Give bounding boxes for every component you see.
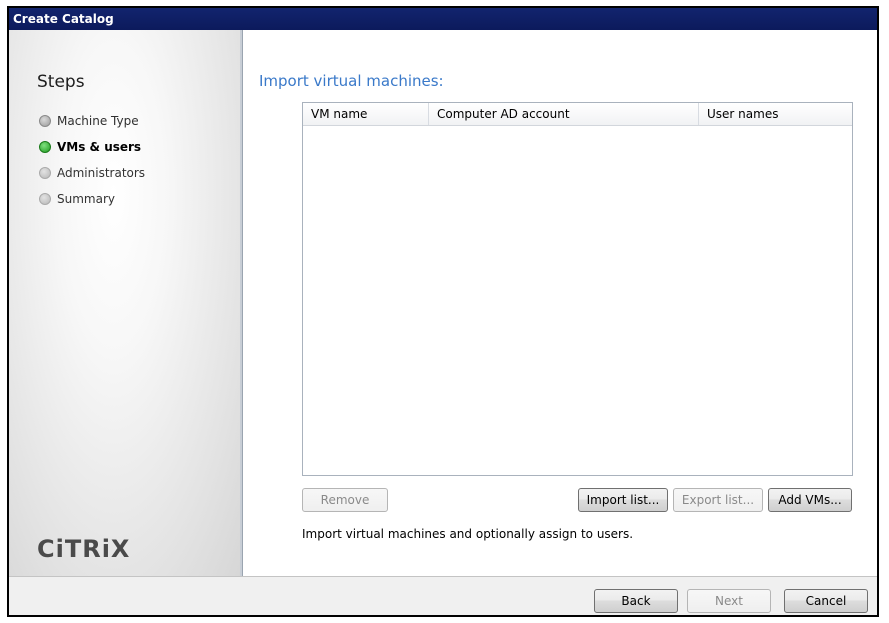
window-title: Create Catalog (9, 8, 877, 30)
import-list-button[interactable]: Import list... (578, 488, 668, 512)
step-status-icon (39, 115, 51, 127)
back-button[interactable]: Back (594, 589, 678, 613)
cancel-button[interactable]: Cancel (784, 589, 868, 613)
description-text: Import virtual machines and optionally a… (302, 527, 634, 541)
add-vms-button[interactable]: Add VMs... (768, 488, 852, 512)
column-header-user-names[interactable]: User names (699, 103, 852, 125)
steps-title: Steps (37, 72, 85, 92)
step-status-icon (39, 167, 51, 179)
page-title: Import virtual machines: (259, 72, 444, 90)
remove-button[interactable]: Remove (302, 488, 388, 512)
step-administrators: Administrators (39, 164, 145, 182)
step-status-icon (39, 141, 51, 153)
citrix-logo: CiTRiX (37, 535, 131, 563)
step-label: Summary (57, 192, 115, 206)
column-header-computer-ad-account[interactable]: Computer AD account (429, 103, 699, 125)
next-button[interactable]: Next (687, 589, 771, 613)
step-status-icon (39, 193, 51, 205)
export-list-button[interactable]: Export list... (673, 488, 763, 512)
step-vms-users: VMs & users (39, 138, 141, 156)
wizard-footer: Back Next Cancel (9, 576, 877, 615)
vm-table[interactable]: VM name Computer AD account User names (302, 102, 853, 476)
create-catalog-window: Create Catalog Steps Machine Type VMs & … (7, 6, 879, 617)
step-machine-type: Machine Type (39, 112, 139, 130)
step-label: Machine Type (57, 114, 139, 128)
step-label: Administrators (57, 166, 146, 180)
table-header: VM name Computer AD account User names (303, 103, 852, 126)
step-summary: Summary (39, 190, 115, 208)
step-label: VMs & users (57, 140, 142, 154)
main-panel: Import virtual machines: VM name Compute… (243, 30, 877, 576)
steps-sidebar: Steps Machine Type VMs & users Administr… (9, 30, 243, 576)
column-header-vm-name[interactable]: VM name (303, 103, 429, 125)
